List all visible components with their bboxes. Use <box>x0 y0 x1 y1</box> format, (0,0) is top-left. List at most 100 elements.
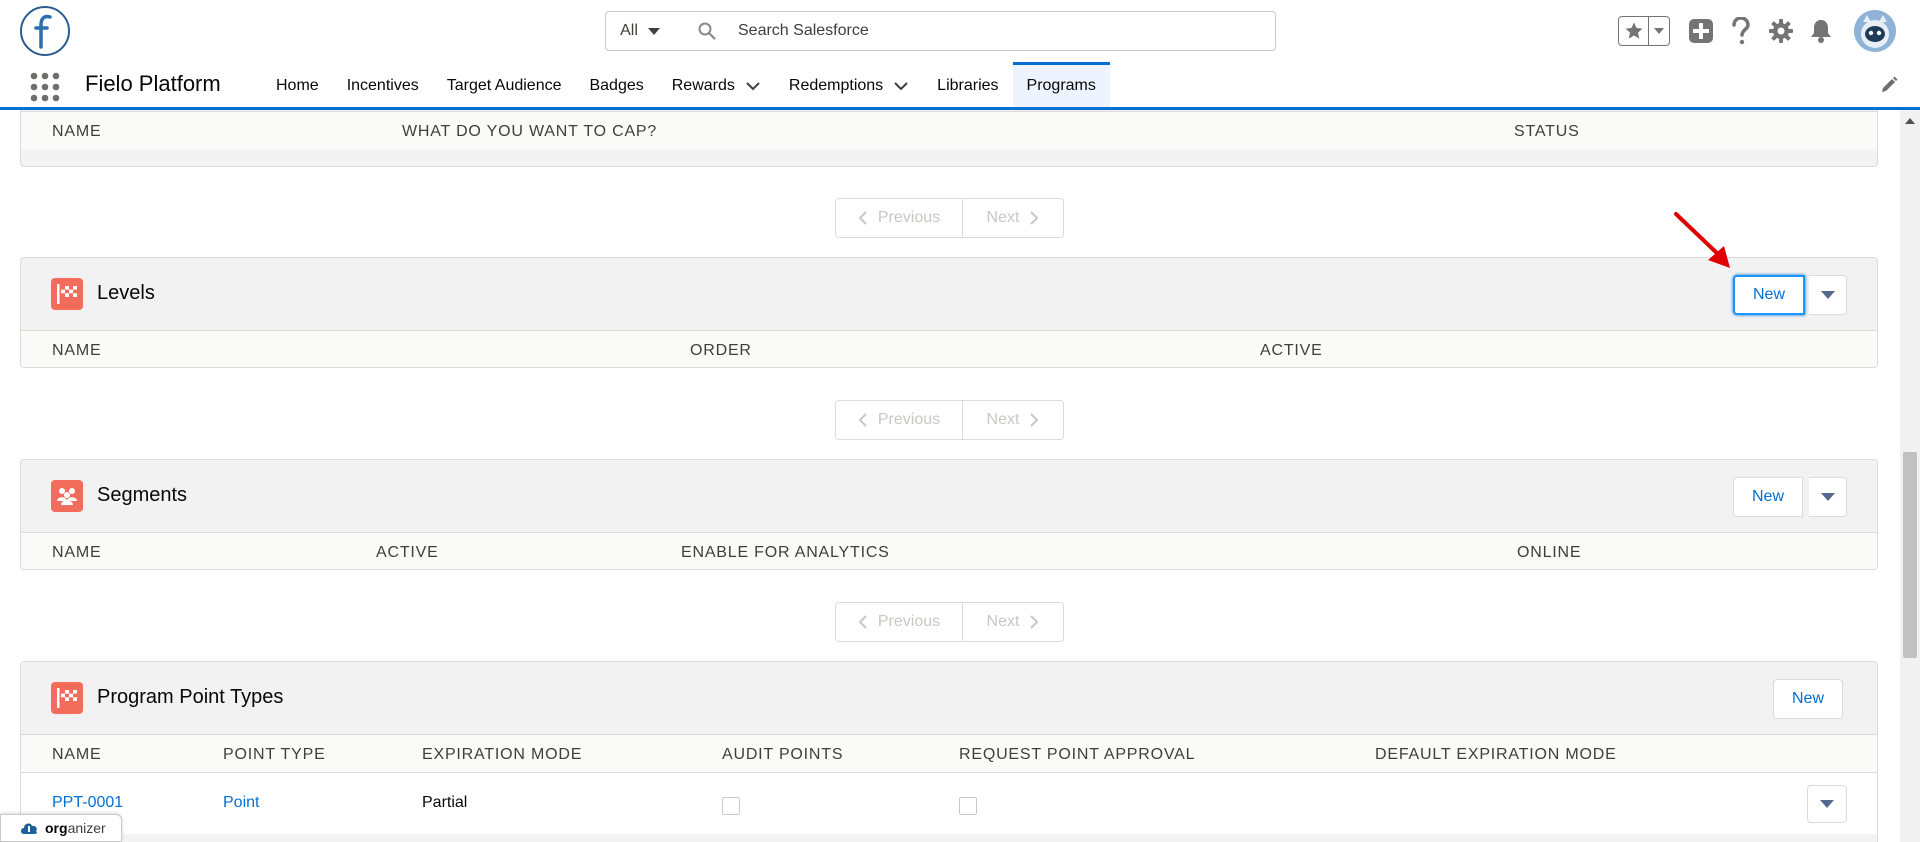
column-header[interactable]: NAME <box>52 544 101 562</box>
point-types-card-header: Program Point Types New <box>21 662 1877 734</box>
global-actions-button[interactable] <box>1686 16 1716 46</box>
previous-button[interactable]: Previous <box>835 602 963 642</box>
column-header[interactable]: NAME <box>52 342 101 360</box>
chevron-down-icon[interactable] <box>745 81 761 91</box>
caps-table-header: NAME WHAT DO YOU WANT TO CAP? STATUS <box>21 111 1877 149</box>
nav-item-rewards[interactable]: Rewards <box>658 62 775 107</box>
nav-item-programs[interactable]: Programs <box>1012 62 1110 107</box>
point-type-link[interactable]: Point <box>223 794 259 812</box>
card-title[interactable]: Segments <box>97 484 187 507</box>
levels-card-header: Levels New <box>21 258 1877 330</box>
column-header[interactable]: NAME <box>52 746 101 764</box>
notifications-button[interactable] <box>1806 16 1836 46</box>
segments-new-button[interactable]: New <box>1733 477 1804 517</box>
nav-item-redemptions[interactable]: Redemptions <box>775 62 923 107</box>
flag-icon <box>51 682 83 714</box>
column-header[interactable]: WHAT DO YOU WANT TO CAP? <box>402 123 657 141</box>
group-icon <box>51 480 83 512</box>
point-types-new-button[interactable]: New <box>1773 679 1844 719</box>
vertical-scrollbar[interactable] <box>1900 110 1920 842</box>
scroll-up-icon[interactable] <box>1905 118 1915 124</box>
table-row: PPT-0001 Point Partial <box>21 772 1877 834</box>
nav-item-badges[interactable]: Badges <box>575 62 657 107</box>
column-header[interactable]: POINT TYPE <box>223 746 326 764</box>
column-header[interactable]: NAME <box>52 123 101 141</box>
column-header[interactable]: ONLINE <box>1517 544 1581 562</box>
plus-icon <box>1689 19 1713 43</box>
annotation-arrow-icon <box>1674 212 1730 268</box>
nav-item-label: Home <box>276 77 319 94</box>
next-button[interactable]: Next <box>963 400 1064 440</box>
column-header[interactable]: EXPIRATION MODE <box>422 746 582 764</box>
app-nav-bar: Fielo Platform Home Incentives Target Audi… <box>0 62 1920 110</box>
nav-item-label: Target Audience <box>446 77 562 94</box>
segments-actions-menu[interactable] <box>1809 477 1847 517</box>
chevron-down-icon <box>1820 800 1834 808</box>
organizer-label: organizer <box>45 820 106 836</box>
levels-card: Levels New NAME ORDER ACTIVE <box>20 257 1878 368</box>
help-icon <box>1732 17 1750 45</box>
global-search[interactable] <box>674 11 1276 51</box>
column-header[interactable]: ORDER <box>690 342 752 360</box>
column-header[interactable]: AUDIT POINTS <box>722 746 843 764</box>
astro-avatar-icon <box>1854 10 1896 52</box>
organizer-extension-badge[interactable]: organizer <box>0 814 122 842</box>
chevron-right-icon <box>1030 413 1039 427</box>
favorites-list-button[interactable] <box>1649 17 1669 45</box>
column-header[interactable]: ENABLE FOR ANALYTICS <box>681 544 890 562</box>
help-button[interactable] <box>1726 16 1756 46</box>
levels-actions-menu[interactable] <box>1809 275 1847 315</box>
chevron-left-icon <box>858 211 867 225</box>
next-button[interactable]: Next <box>963 198 1064 238</box>
nav-item-home[interactable]: Home <box>262 62 333 107</box>
segments-card-header: Segments New <box>21 460 1877 532</box>
flag-icon <box>51 278 83 310</box>
levels-table-header: NAME ORDER ACTIVE <box>21 330 1877 367</box>
scrollbar-thumb[interactable] <box>1903 452 1917 658</box>
segments-pager: Previous Next <box>835 602 1064 642</box>
nav-item-target-audience[interactable]: Target Audience <box>433 62 576 107</box>
previous-button[interactable]: Previous <box>835 400 963 440</box>
search-scope-label: All <box>620 22 638 39</box>
levels-pager: Previous Next <box>835 400 1064 440</box>
caps-pager: Previous Next <box>835 198 1064 238</box>
chevron-right-icon <box>1030 211 1039 225</box>
search-icon <box>698 22 716 40</box>
audit-points-checkbox <box>722 797 740 815</box>
star-icon <box>1625 22 1642 39</box>
search-scope-select[interactable]: All <box>605 11 675 51</box>
nav-item-label: Programs <box>1026 77 1096 94</box>
chevron-right-icon <box>1030 615 1039 629</box>
levels-new-button[interactable]: New <box>1733 275 1806 315</box>
chevron-left-icon <box>858 413 867 427</box>
app-name: Fielo Platform <box>85 71 221 96</box>
card-title[interactable]: Program Point Types <box>97 686 283 709</box>
fielo-logo-icon[interactable] <box>20 6 70 56</box>
program-point-types-card: Program Point Types New NAME POINT TYPE … <box>20 661 1878 842</box>
column-header[interactable]: ACTIVE <box>1260 342 1323 360</box>
cloud-icon <box>21 823 37 834</box>
column-header[interactable]: DEFAULT EXPIRATION MODE <box>1375 746 1617 764</box>
column-header[interactable]: ACTIVE <box>376 544 439 562</box>
point-type-name-link[interactable]: PPT-0001 <box>52 794 123 812</box>
favorites-button[interactable] <box>1619 17 1649 45</box>
app-launcher-button[interactable] <box>30 72 60 102</box>
row-actions-menu[interactable] <box>1807 785 1847 823</box>
setup-button[interactable] <box>1766 16 1796 46</box>
column-header[interactable]: STATUS <box>1514 123 1580 141</box>
chevron-down-icon <box>647 27 660 35</box>
column-header[interactable]: REQUEST POINT APPROVAL <box>959 746 1195 764</box>
user-avatar[interactable] <box>1854 10 1896 52</box>
chevron-down-icon[interactable] <box>893 81 909 91</box>
segments-table-header: NAME ACTIVE ENABLE FOR ANALYTICS ONLINE <box>21 532 1877 569</box>
global-header: All <box>0 0 1920 62</box>
nav-item-libraries[interactable]: Libraries <box>923 62 1012 107</box>
bell-icon <box>1811 20 1831 43</box>
next-button[interactable]: Next <box>963 602 1064 642</box>
card-title[interactable]: Levels <box>97 282 155 305</box>
search-input[interactable] <box>738 22 1238 40</box>
previous-button[interactable]: Previous <box>835 198 963 238</box>
nav-item-incentives[interactable]: Incentives <box>333 62 433 107</box>
expiration-mode-value: Partial <box>422 794 468 811</box>
edit-nav-button[interactable] <box>1880 76 1900 96</box>
